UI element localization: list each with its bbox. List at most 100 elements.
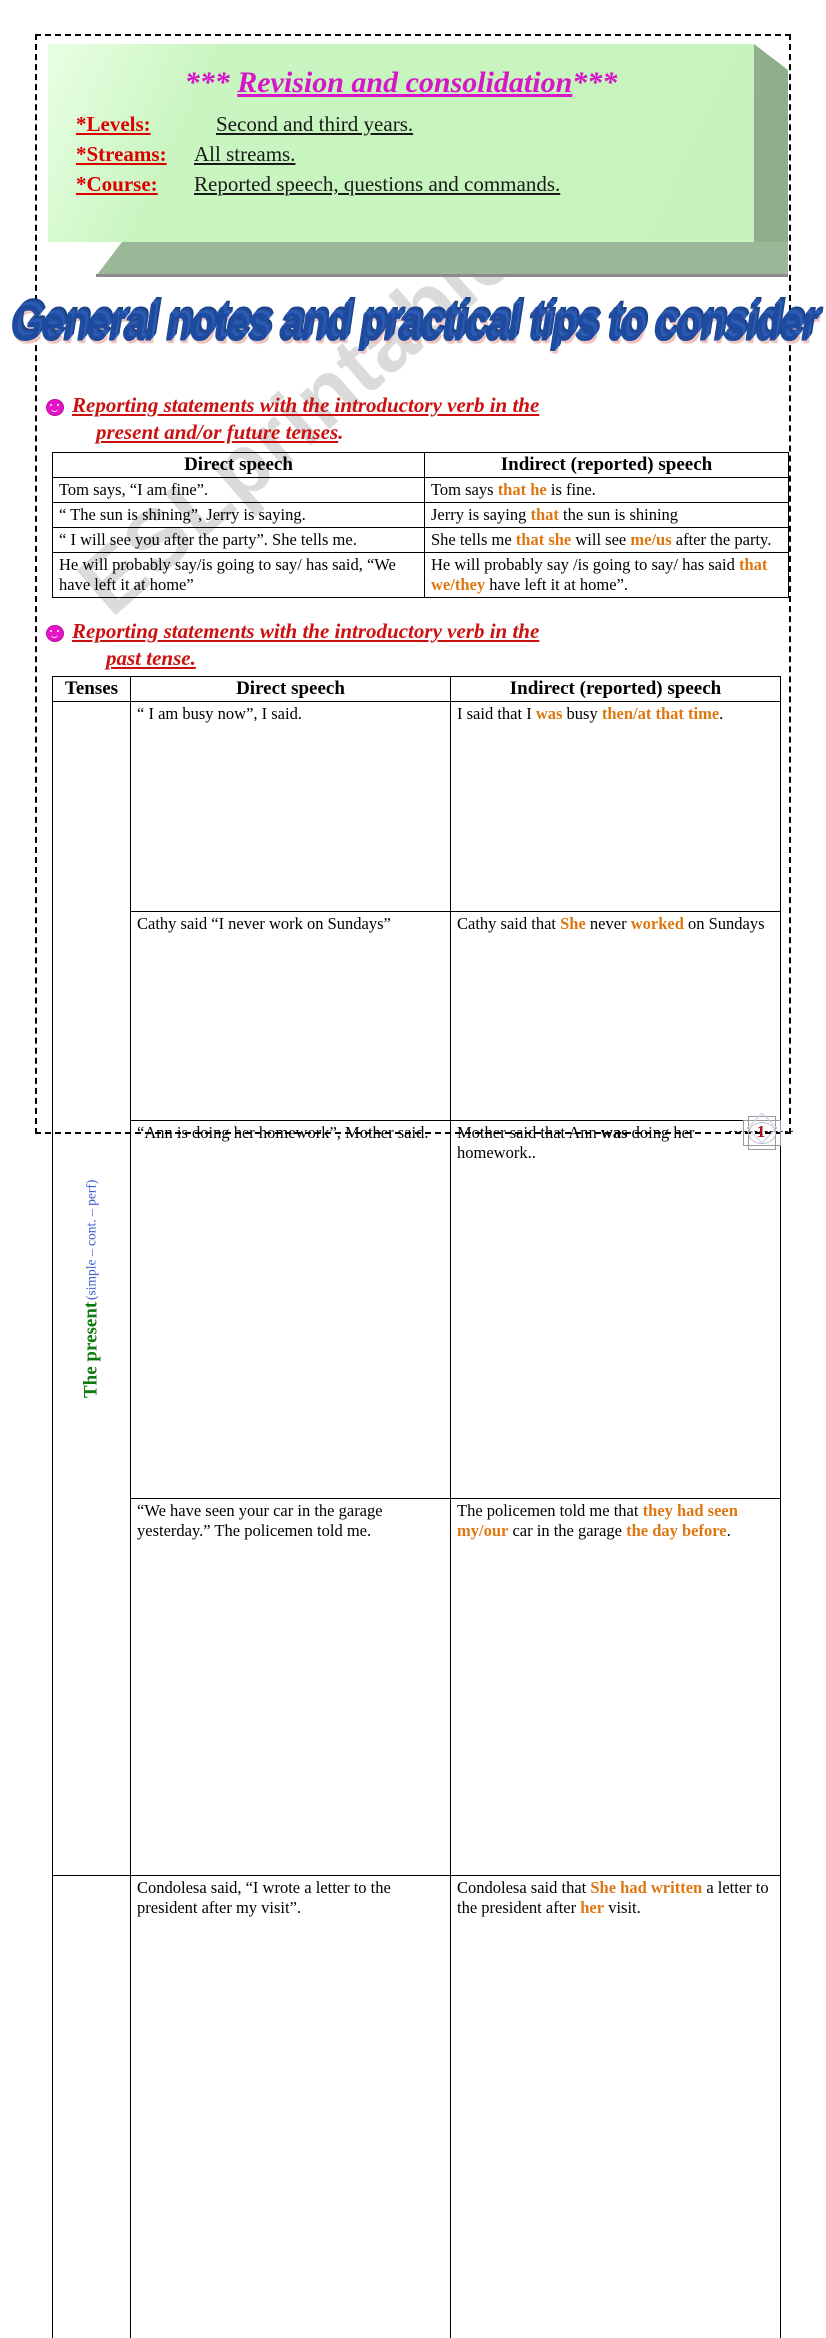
plain-text: never: [586, 914, 631, 933]
title-suffix: ***: [572, 66, 617, 99]
plain-text: Mother said that Ann: [457, 1123, 601, 1142]
wordart-text: General notes and practical tips to cons…: [10, 296, 815, 354]
plain-text: Condolesa said that: [457, 1878, 590, 1897]
highlighted-text: then/at that time: [602, 704, 719, 723]
direct-speech-cell: “We have seen your car in the garage yes…: [131, 1498, 451, 1875]
plain-text: She tells me: [431, 530, 516, 549]
indirect-speech-cell: Mother said that Ann was doing her homew…: [451, 1121, 781, 1498]
streams-value: All streams.: [194, 142, 295, 167]
course-info-rows: *Levels: Second and third years. *Stream…: [48, 112, 754, 197]
table-row: “We have seen your car in the garage yes…: [53, 1498, 781, 1875]
smiley-bullet-icon: [46, 625, 64, 642]
tense-group-label: The present (simple – cont. – perf): [53, 702, 131, 1876]
indirect-speech-cell: The policemen told me that they had seen…: [451, 1498, 781, 1875]
indirect-speech-cell: Cathy said that She never worked on Sund…: [451, 911, 781, 1121]
box-bottom-line: [96, 274, 788, 277]
tense-subtitle: (simple – cont. – perf): [82, 1179, 102, 1299]
tense-group-label: The past(simple – cont. – perfect): [53, 1876, 131, 2338]
plain-text: have left it at home”.: [485, 575, 628, 594]
table2-body: The present (simple – cont. – perf) “ I am…: [53, 702, 781, 2338]
title-main: Revision and consolidation: [237, 66, 572, 99]
direct-speech-cell: He will probably say/is going to say/ ha…: [53, 553, 425, 598]
indirect-speech-cell: Jerry is saying that the sun is shining: [425, 503, 789, 528]
highlighted-text: the day before: [626, 1521, 727, 1540]
plain-text: car in the garage: [508, 1521, 626, 1540]
plain-text: Tom says: [431, 480, 498, 499]
levels-label: *Levels:: [76, 112, 194, 137]
info-row-levels: *Levels: Second and third years.: [76, 112, 754, 137]
indirect-speech-cell: He will probably say /is going to say/ h…: [425, 553, 789, 598]
plain-text: I said that I: [457, 704, 536, 723]
direct-speech-cell: Condolesa said, “I wrote a letter to the…: [131, 1876, 451, 2338]
table-row: Cathy said “I never work on Sundays”Cath…: [53, 911, 781, 1121]
highlighted-text: that he: [498, 480, 547, 499]
table-present-future: Direct speech Indirect (reported) speech…: [52, 452, 789, 598]
tense-name: The present: [82, 1302, 102, 1398]
direct-speech-cell: “ I am busy now”, I said.: [131, 702, 451, 912]
box-bottom-shadow: [96, 242, 788, 276]
plain-text: Cathy said that: [457, 914, 560, 933]
course-value: Reported speech, questions and commands.: [194, 172, 560, 197]
course-info-box: *** Revision and consolidation*** *Level…: [48, 44, 788, 276]
section2-heading-line1: Reporting statements with the introducto…: [72, 619, 539, 643]
highlighted-text: that she: [516, 530, 571, 549]
direct-speech-cell: “Ann is doing her homework”, Mother said…: [131, 1121, 451, 1498]
plain-text: after the party.: [672, 530, 772, 549]
plain-text: The policemen told me that: [457, 1501, 643, 1520]
title-prefix: ***: [185, 66, 238, 99]
indirect-speech-cell: Condolesa said that She had written a le…: [451, 1876, 781, 2338]
plain-text: on Sundays: [684, 914, 765, 933]
box-right-shadow: [754, 44, 788, 276]
plain-text: He will probably say /is going to say/ h…: [431, 555, 739, 574]
table1-header-direct: Direct speech: [53, 453, 425, 478]
streams-label: *Streams:: [76, 142, 194, 167]
section1-heading-line1: Reporting statements with the introducto…: [72, 393, 539, 417]
direct-speech-cell: Tom says, “I am fine”.: [53, 478, 425, 503]
table-row: “ The sun is shining”, Jerry is saying.J…: [53, 503, 789, 528]
plain-text: visit.: [604, 1898, 641, 1917]
section2-heading: Reporting statements with the introducto…: [46, 618, 766, 672]
section1-heading-period: .: [338, 420, 343, 444]
direct-speech-cell: Cathy said “I never work on Sundays”: [131, 911, 451, 1121]
page-number: 1: [741, 1114, 781, 1150]
plain-text: busy: [562, 704, 601, 723]
info-row-course: *Course: Reported speech, questions and …: [76, 172, 754, 197]
levels-value: Second and third years.: [216, 112, 413, 137]
highlighted-text: She had written: [590, 1878, 702, 1897]
table-past: Tenses Direct speech Indirect (reported)…: [52, 676, 781, 2338]
table2-header-row: Tenses Direct speech Indirect (reported)…: [53, 677, 781, 702]
box-face: *** Revision and consolidation*** *Level…: [48, 44, 754, 242]
plain-text: is fine.: [547, 480, 596, 499]
smiley-bullet-icon: [46, 399, 64, 416]
worksheet-title: *** Revision and consolidation***: [48, 66, 754, 100]
section1-heading: Reporting statements with the introducto…: [46, 392, 766, 446]
highlighted-text: that: [530, 505, 558, 524]
table1-header-row: Direct speech Indirect (reported) speech: [53, 453, 789, 478]
table-row: Tom says, “I am fine”.Tom says that he i…: [53, 478, 789, 503]
table-row: The present(simple – cont. – perf)“ I am…: [53, 702, 781, 912]
plain-text: will see: [571, 530, 630, 549]
highlighted-text: me/us: [630, 530, 671, 549]
table-row: “Ann is doing her homework”, Mother said…: [53, 1121, 781, 1498]
plain-text: Jerry is saying: [431, 505, 530, 524]
direct-speech-cell: “ I will see you after the party”. She t…: [53, 528, 425, 553]
table1-body: Tom says, “I am fine”.Tom says that he i…: [53, 478, 789, 598]
section1-heading-line2: present and/or future tenses: [96, 419, 338, 446]
highlighted-text: She: [560, 914, 586, 933]
course-label: *Course:: [76, 172, 194, 197]
plain-text: .: [719, 704, 723, 723]
page-number-badge: 1: [741, 1114, 781, 1150]
indirect-speech-cell: Tom says that he is fine.: [425, 478, 789, 503]
section1-heading-text: Reporting statements with the introducto…: [72, 392, 539, 446]
section2-heading-text: Reporting statements with the introducto…: [72, 618, 539, 672]
table2-header-tenses: Tenses: [53, 677, 131, 702]
info-row-streams: *Streams: All streams.: [76, 142, 754, 167]
wordart-banner: General notes and practical tips to cons…: [0, 302, 826, 347]
section2-heading-line2: past tense.: [106, 645, 196, 672]
table-row: He will probably say/is going to say/ ha…: [53, 553, 789, 598]
direct-speech-cell: “ The sun is shining”, Jerry is saying.: [53, 503, 425, 528]
plain-text: .: [727, 1521, 731, 1540]
table1-header-indirect: Indirect (reported) speech: [425, 453, 789, 478]
plain-text: the sun is shining: [559, 505, 678, 524]
indirect-speech-cell: I said that I was busy then/at that time…: [451, 702, 781, 912]
